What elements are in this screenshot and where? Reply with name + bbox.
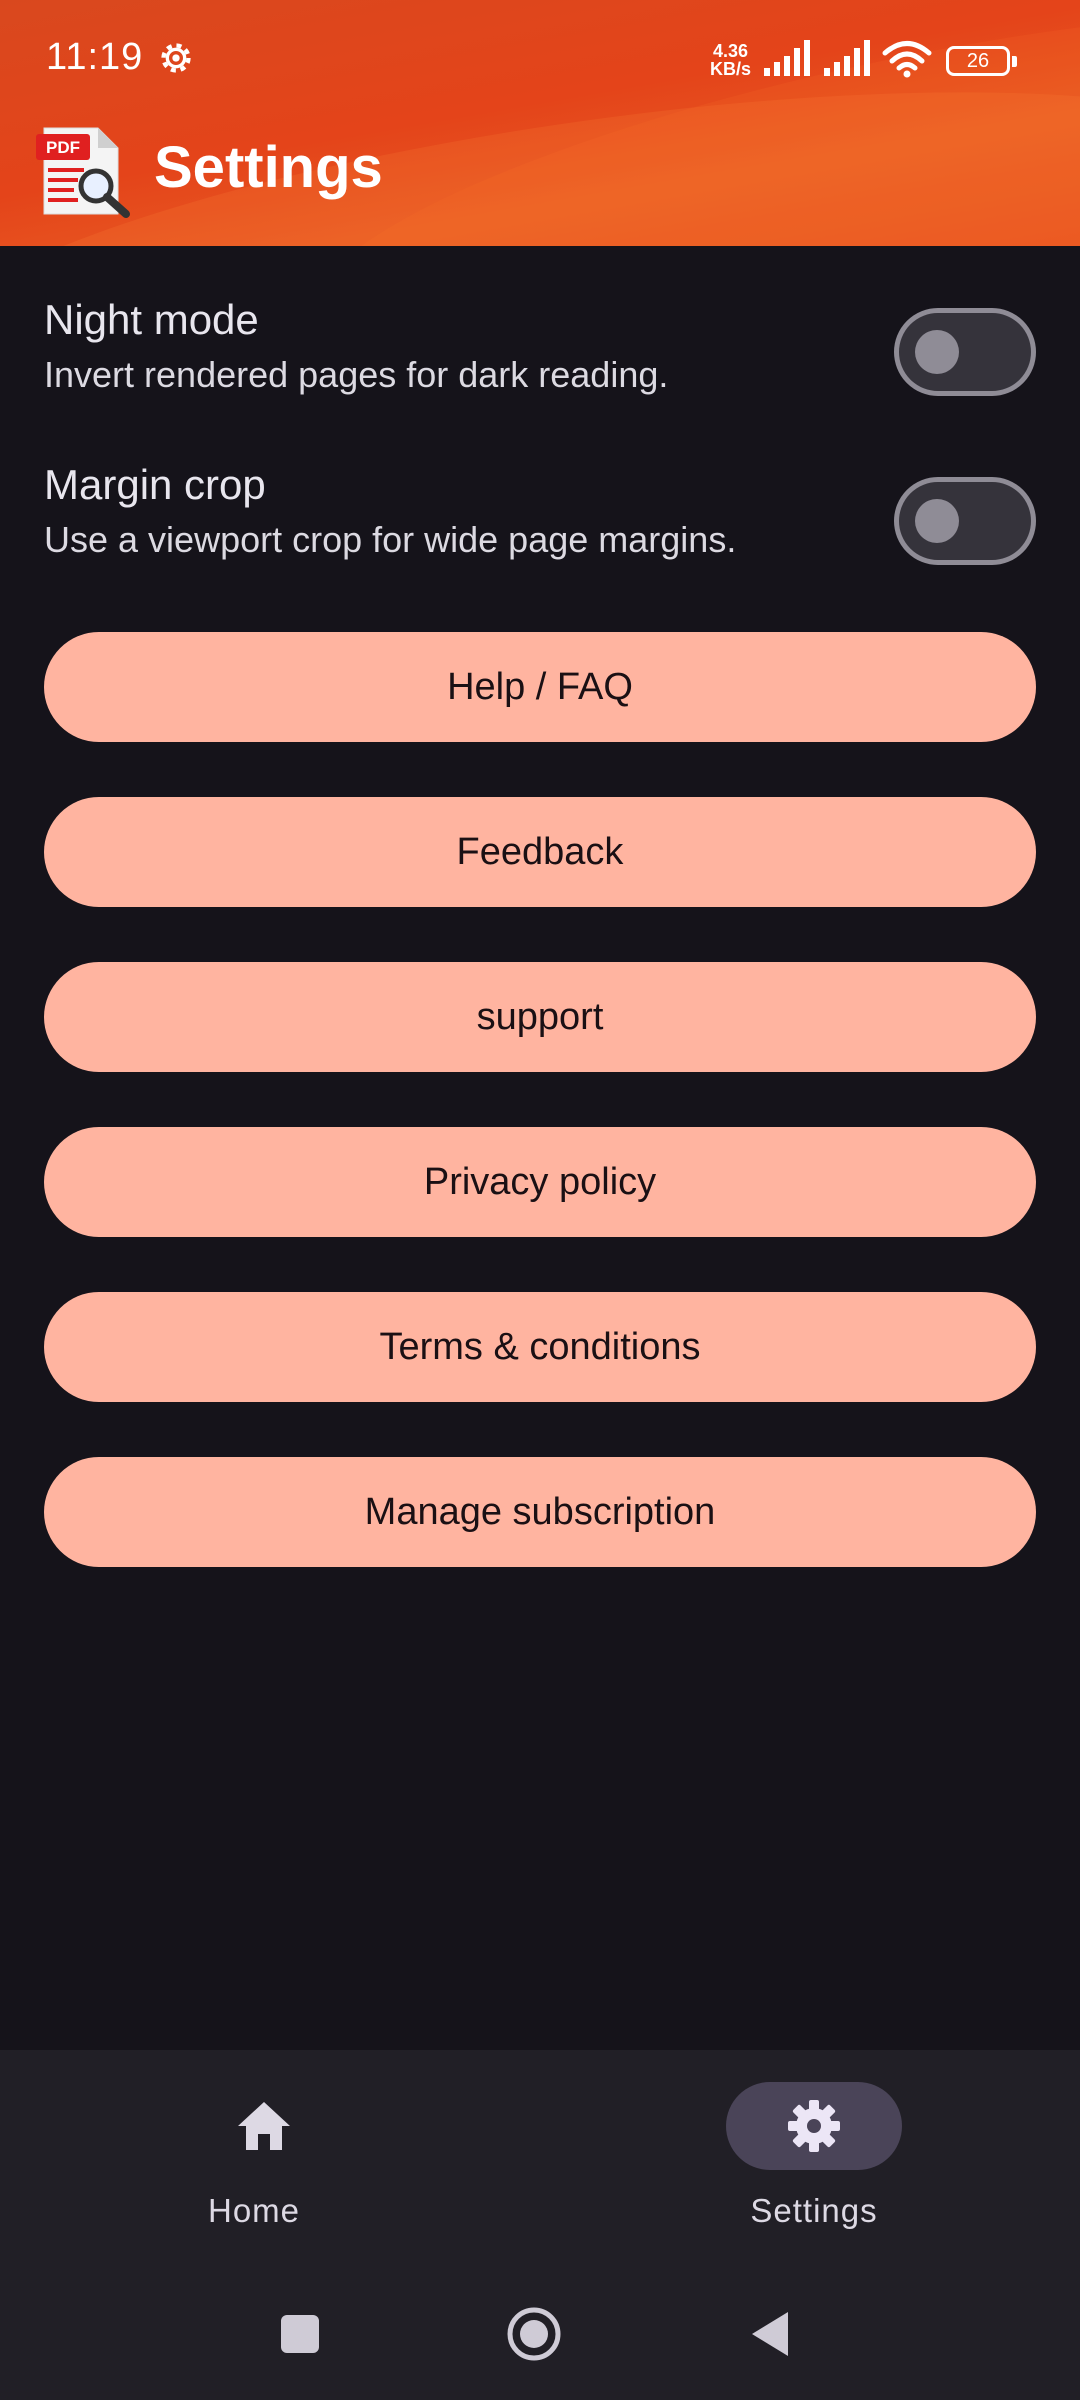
gear-icon: [788, 2100, 840, 2152]
support-button[interactable]: support: [44, 962, 1036, 1072]
margin-crop-setting: Margin crop Use a viewport crop for wide…: [44, 461, 1036, 581]
logo-pdf-label: PDF: [46, 138, 80, 157]
signal-icon: [764, 40, 810, 76]
nav-item-home[interactable]: Home: [154, 2082, 354, 2242]
nav-item-settings[interactable]: Settings: [704, 2082, 904, 2242]
battery-level: 26: [966, 50, 990, 72]
app-header: 11:19 4.36 KB/s 26 PDF Settings: [0, 0, 1080, 246]
nav-label-home: Home: [207, 2192, 301, 2229]
privacy-policy-button[interactable]: Privacy policy: [44, 1127, 1036, 1237]
night-mode-title: Night mode: [44, 296, 259, 343]
network-speed-value: 4.36: [712, 41, 749, 61]
battery-cap: [1012, 56, 1017, 67]
back-button[interactable]: [748, 2310, 792, 2358]
toggle-knob: [915, 499, 959, 543]
margin-crop-title: Margin crop: [44, 461, 266, 508]
wifi-icon: [882, 41, 932, 78]
pdf-app-logo-icon: PDF: [36, 127, 130, 218]
home-system-button[interactable]: [506, 2306, 562, 2362]
recents-button[interactable]: [280, 2314, 320, 2354]
battery-indicator: 26: [946, 46, 1017, 76]
signal-icon: [824, 40, 870, 76]
night-mode-setting: Night mode Invert rendered pages for dar…: [44, 296, 1036, 416]
night-mode-description: Invert rendered pages for dark reading.: [44, 354, 669, 395]
home-icon: [238, 2102, 290, 2150]
terms-conditions-button[interactable]: Terms & conditions: [44, 1292, 1036, 1402]
status-bar: 11:19 4.36 KB/s 26: [0, 0, 1080, 92]
bottom-navigation: Home Settings: [0, 2050, 1080, 2400]
nav-label-settings: Settings: [750, 2192, 878, 2229]
toggle-knob: [915, 330, 959, 374]
margin-crop-description: Use a viewport crop for wide page margin…: [44, 519, 737, 560]
page-title: Settings: [154, 135, 383, 200]
settings-gear-icon: [161, 43, 191, 73]
network-speed-unit: KB/s: [710, 59, 752, 79]
network-speed: 4.36 KB/s: [710, 42, 751, 78]
feedback-button[interactable]: Feedback: [44, 797, 1036, 907]
margin-crop-toggle[interactable]: [894, 477, 1036, 565]
help-faq-button[interactable]: Help / FAQ: [44, 632, 1036, 742]
manage-subscription-button[interactable]: Manage subscription: [44, 1457, 1036, 1567]
night-mode-toggle[interactable]: [894, 308, 1036, 396]
status-time: 11:19: [46, 36, 144, 78]
